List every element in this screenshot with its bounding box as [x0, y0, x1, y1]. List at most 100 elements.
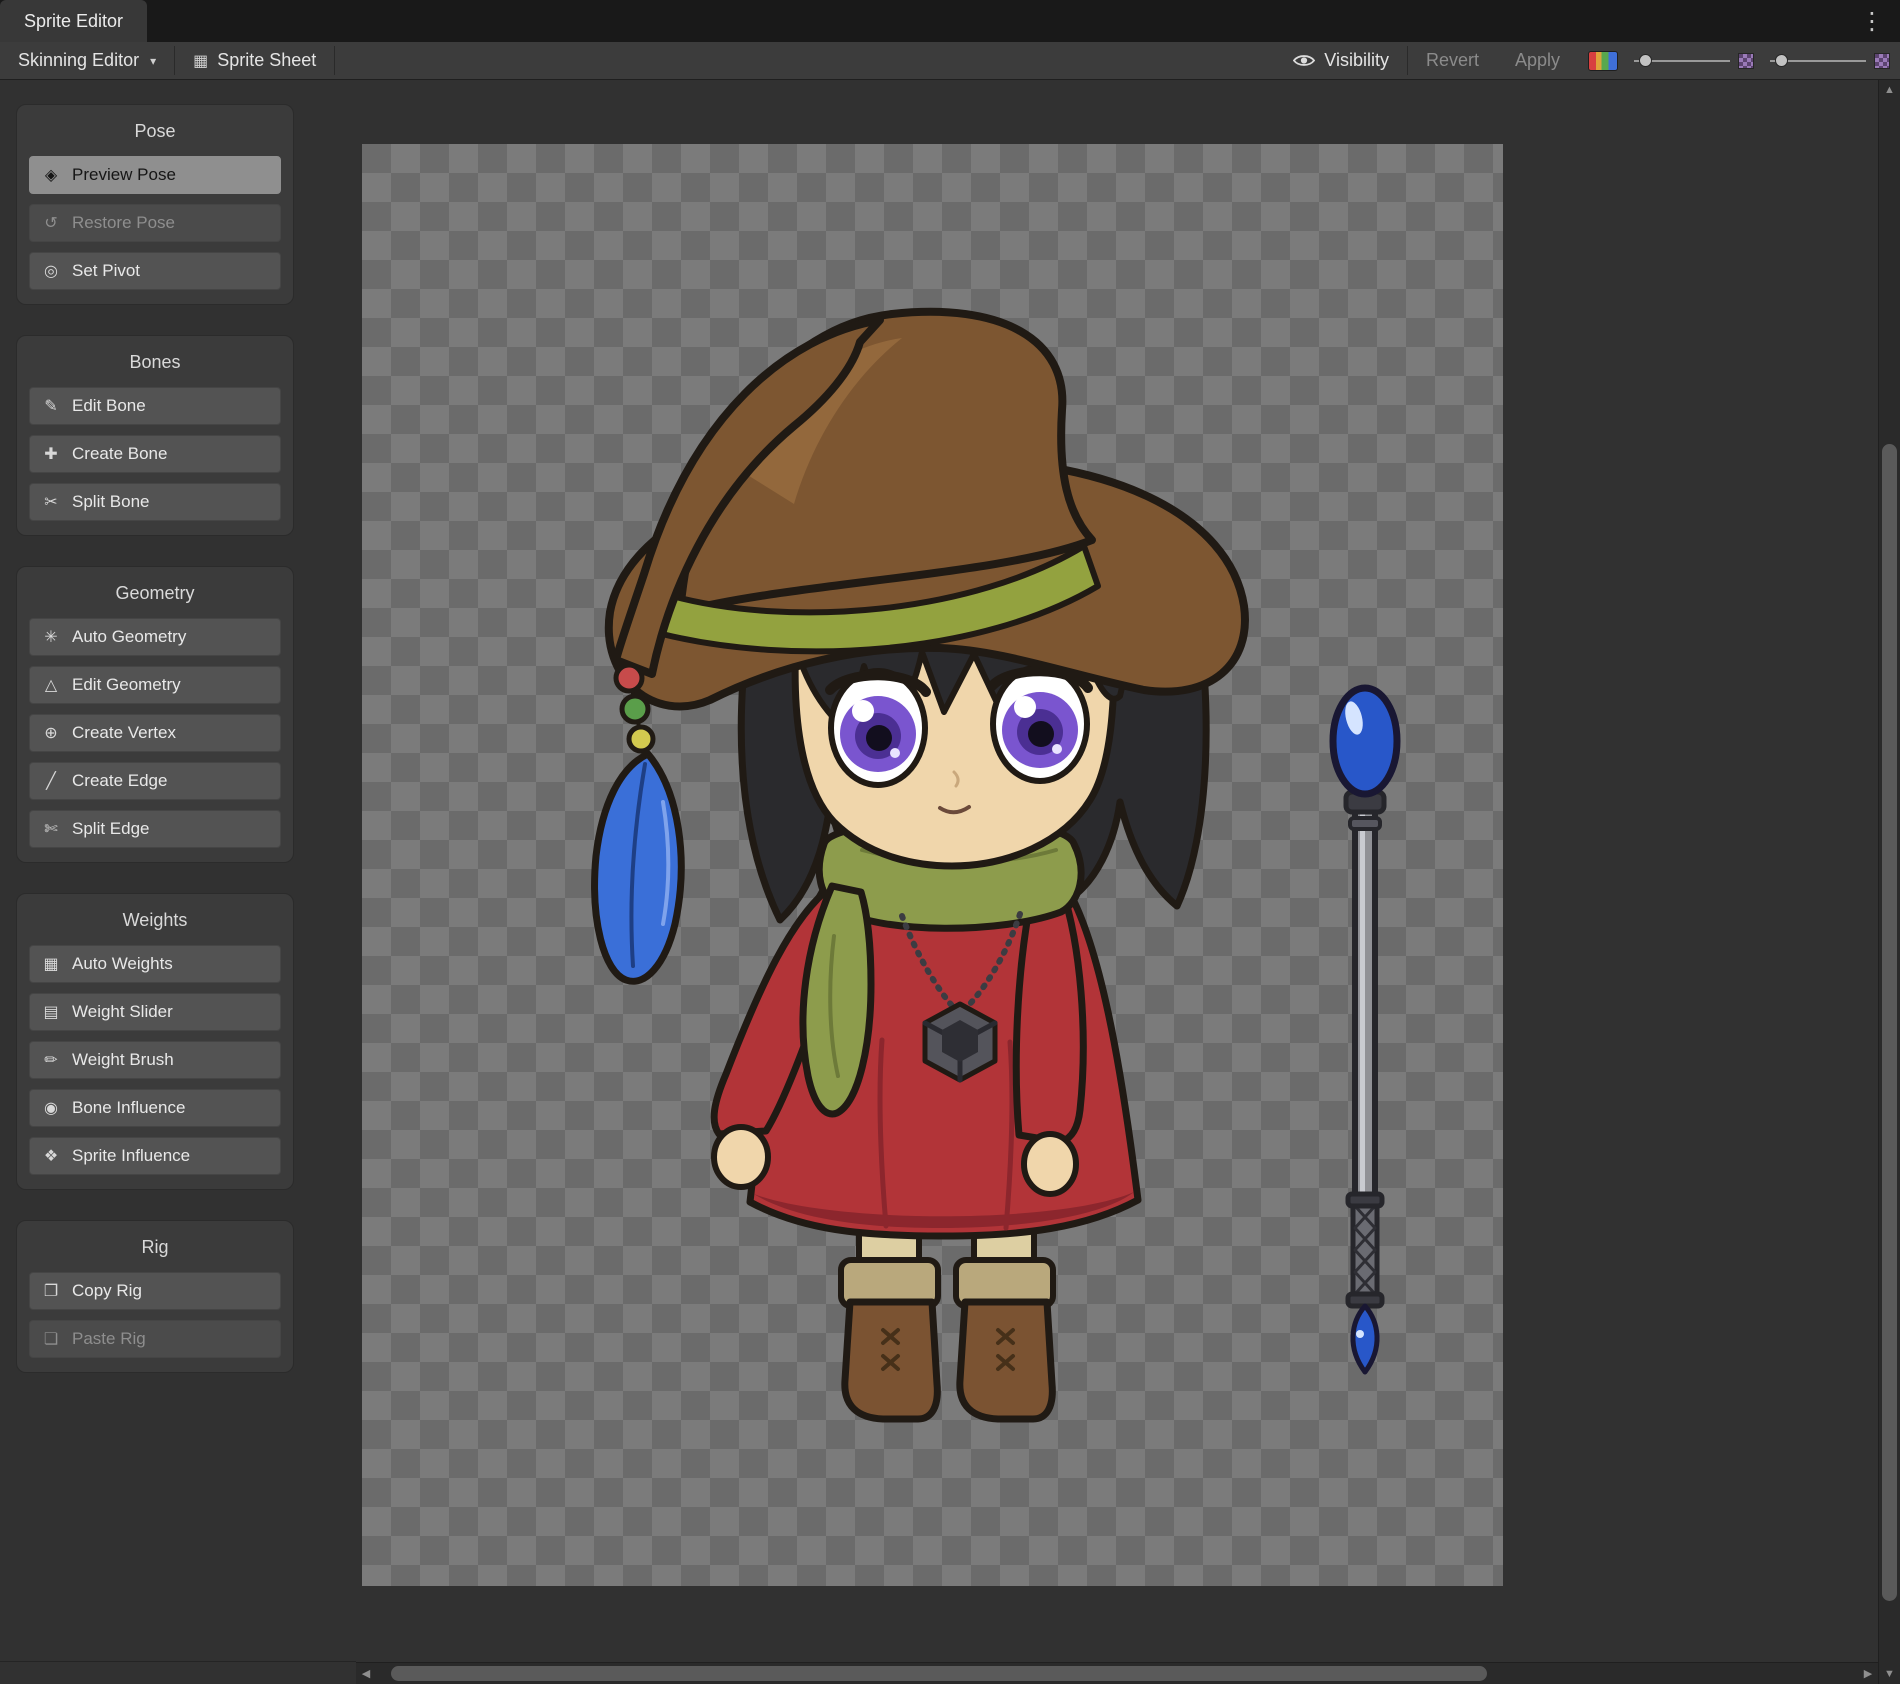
- button-label: Edit Geometry: [72, 675, 181, 695]
- vertical-scrollbar-track[interactable]: [1879, 100, 1900, 1664]
- panel-weights-title: Weights: [29, 902, 281, 945]
- toolbar-separator: [334, 46, 335, 75]
- button-label: Split Edge: [72, 819, 150, 839]
- button-label: Create Vertex: [72, 723, 176, 743]
- panel-geometry: Geometry ✳ Auto Geometry △ Edit Geometry…: [16, 566, 294, 863]
- sprite-sheet-label: Sprite Sheet: [217, 50, 316, 71]
- panel-pose: Pose ◈ Preview Pose ↺ Restore Pose ◎ Set…: [16, 104, 294, 305]
- auto-weights-button[interactable]: ▦ Auto Weights: [29, 945, 281, 983]
- auto-geometry-button[interactable]: ✳ Auto Geometry: [29, 618, 281, 656]
- button-label: Edit Bone: [72, 396, 146, 416]
- weight-brush-icon: ✏: [40, 1050, 62, 1070]
- create-vertex-icon: ⊕: [40, 723, 62, 743]
- button-label: Split Bone: [72, 492, 150, 512]
- split-bone-icon: ✂: [40, 492, 62, 512]
- create-bone-icon: ✚: [40, 444, 62, 464]
- panel-pose-title: Pose: [29, 113, 281, 156]
- eye-icon: [1293, 53, 1315, 68]
- button-label: Weight Brush: [72, 1050, 174, 1070]
- copy-rig-button[interactable]: ❐ Copy Rig: [29, 1272, 281, 1310]
- visibility-button[interactable]: Visibility: [1275, 42, 1407, 79]
- button-label: Auto Geometry: [72, 627, 186, 647]
- revert-button[interactable]: Revert: [1408, 42, 1497, 79]
- edit-geometry-icon: △: [40, 675, 62, 695]
- window-tab-bar: Sprite Editor ⋮: [0, 0, 1900, 42]
- sprite-influence-icon: ❖: [40, 1146, 62, 1166]
- split-bone-button[interactable]: ✂ Split Bone: [29, 483, 281, 521]
- apply-button[interactable]: Apply: [1497, 42, 1578, 79]
- brightness-slider-knob[interactable]: [1639, 54, 1652, 67]
- create-edge-icon: ╱: [40, 771, 62, 791]
- set-pivot-icon: ◎: [40, 261, 62, 281]
- tab-sprite-editor[interactable]: Sprite Editor: [0, 0, 147, 42]
- toolbar-right-group: Visibility Revert Apply: [1275, 42, 1900, 79]
- vertical-scrollbar[interactable]: ▲ ▼: [1878, 80, 1900, 1684]
- chevron-down-icon: ▾: [150, 54, 156, 68]
- create-edge-button[interactable]: ╱ Create Edge: [29, 762, 281, 800]
- auto-weights-icon: ▦: [40, 954, 62, 974]
- paste-rig-button[interactable]: ❏ Paste Rig: [29, 1320, 281, 1358]
- horizontal-scrollbar-thumb[interactable]: [391, 1666, 1488, 1681]
- revert-label: Revert: [1426, 50, 1479, 71]
- scroll-up-icon[interactable]: ▲: [1879, 80, 1900, 100]
- button-label: Paste Rig: [72, 1329, 146, 1349]
- create-vertex-button[interactable]: ⊕ Create Vertex: [29, 714, 281, 752]
- toolbar: Skinning Editor ▾ ▦ Sprite Sheet Visibil…: [0, 42, 1900, 80]
- button-label: Create Edge: [72, 771, 167, 791]
- sprite-sheet-button[interactable]: ▦ Sprite Sheet: [175, 42, 334, 79]
- split-edge-icon: ✄: [40, 819, 62, 839]
- restore-pose-icon: ↺: [40, 213, 62, 233]
- tab-title: Sprite Editor: [24, 11, 123, 32]
- panel-weights: Weights ▦ Auto Weights ▤ Weight Slider ✏…: [16, 893, 294, 1190]
- button-label: Auto Weights: [72, 954, 173, 974]
- window-menu-icon[interactable]: ⋮: [1850, 0, 1894, 42]
- scroll-right-icon[interactable]: ▶: [1858, 1663, 1878, 1684]
- copy-rig-icon: ❐: [40, 1281, 62, 1301]
- brightness-slider[interactable]: [1634, 42, 1730, 80]
- horizontal-scrollbar[interactable]: ◀ ▶: [356, 1662, 1878, 1684]
- button-label: Copy Rig: [72, 1281, 142, 1301]
- horizontal-scrollbar-track[interactable]: [376, 1663, 1858, 1684]
- set-pivot-button[interactable]: ◎ Set Pivot: [29, 252, 281, 290]
- tool-sidebar: Pose ◈ Preview Pose ↺ Restore Pose ◎ Set…: [16, 104, 294, 1373]
- skinning-editor-dropdown[interactable]: Skinning Editor ▾: [0, 42, 174, 79]
- apply-label: Apply: [1515, 50, 1560, 71]
- edit-bone-button[interactable]: ✎ Edit Bone: [29, 387, 281, 425]
- preview-pose-button[interactable]: ◈ Preview Pose: [29, 156, 281, 194]
- button-label: Set Pivot: [72, 261, 140, 281]
- character-sprite: [362, 144, 1503, 1586]
- panel-rig-title: Rig: [29, 1229, 281, 1272]
- alpha-slider[interactable]: [1770, 42, 1866, 80]
- alpha-checker-icon-2[interactable]: [1874, 53, 1890, 69]
- edit-geometry-button[interactable]: △ Edit Geometry: [29, 666, 281, 704]
- scroll-left-icon[interactable]: ◀: [356, 1663, 376, 1684]
- witch-character-sprite: [595, 312, 1245, 1419]
- panel-bones-title: Bones: [29, 344, 281, 387]
- alpha-checker-icon[interactable]: [1738, 53, 1754, 69]
- restore-pose-button[interactable]: ↺ Restore Pose: [29, 204, 281, 242]
- paste-rig-icon: ❏: [40, 1329, 62, 1349]
- sprite-editor-window: Sprite Editor ⋮ Skinning Editor ▾ ▦ Spri…: [0, 0, 1900, 1684]
- create-bone-button[interactable]: ✚ Create Bone: [29, 435, 281, 473]
- sprite-influence-button[interactable]: ❖ Sprite Influence: [29, 1137, 281, 1175]
- footer-divider: [0, 1661, 356, 1662]
- staff-sprite: [1333, 688, 1397, 1372]
- scroll-down-icon[interactable]: ▼: [1879, 1664, 1900, 1684]
- button-label: Bone Influence: [72, 1098, 185, 1118]
- button-label: Preview Pose: [72, 165, 176, 185]
- bone-influence-button[interactable]: ◉ Bone Influence: [29, 1089, 281, 1127]
- split-edge-button[interactable]: ✄ Split Edge: [29, 810, 281, 848]
- skinning-editor-label: Skinning Editor: [18, 50, 139, 71]
- panel-geometry-title: Geometry: [29, 575, 281, 618]
- color-channels-icon[interactable]: [1588, 51, 1618, 71]
- alpha-slider-knob[interactable]: [1775, 54, 1788, 67]
- auto-geometry-icon: ✳: [40, 627, 62, 647]
- weight-brush-button[interactable]: ✏ Weight Brush: [29, 1041, 281, 1079]
- button-label: Restore Pose: [72, 213, 175, 233]
- vertical-scrollbar-thumb[interactable]: [1882, 444, 1897, 1601]
- visibility-label: Visibility: [1324, 50, 1389, 71]
- button-label: Create Bone: [72, 444, 167, 464]
- weight-slider-button[interactable]: ▤ Weight Slider: [29, 993, 281, 1031]
- button-label: Sprite Influence: [72, 1146, 190, 1166]
- sprite-canvas[interactable]: [362, 144, 1503, 1586]
